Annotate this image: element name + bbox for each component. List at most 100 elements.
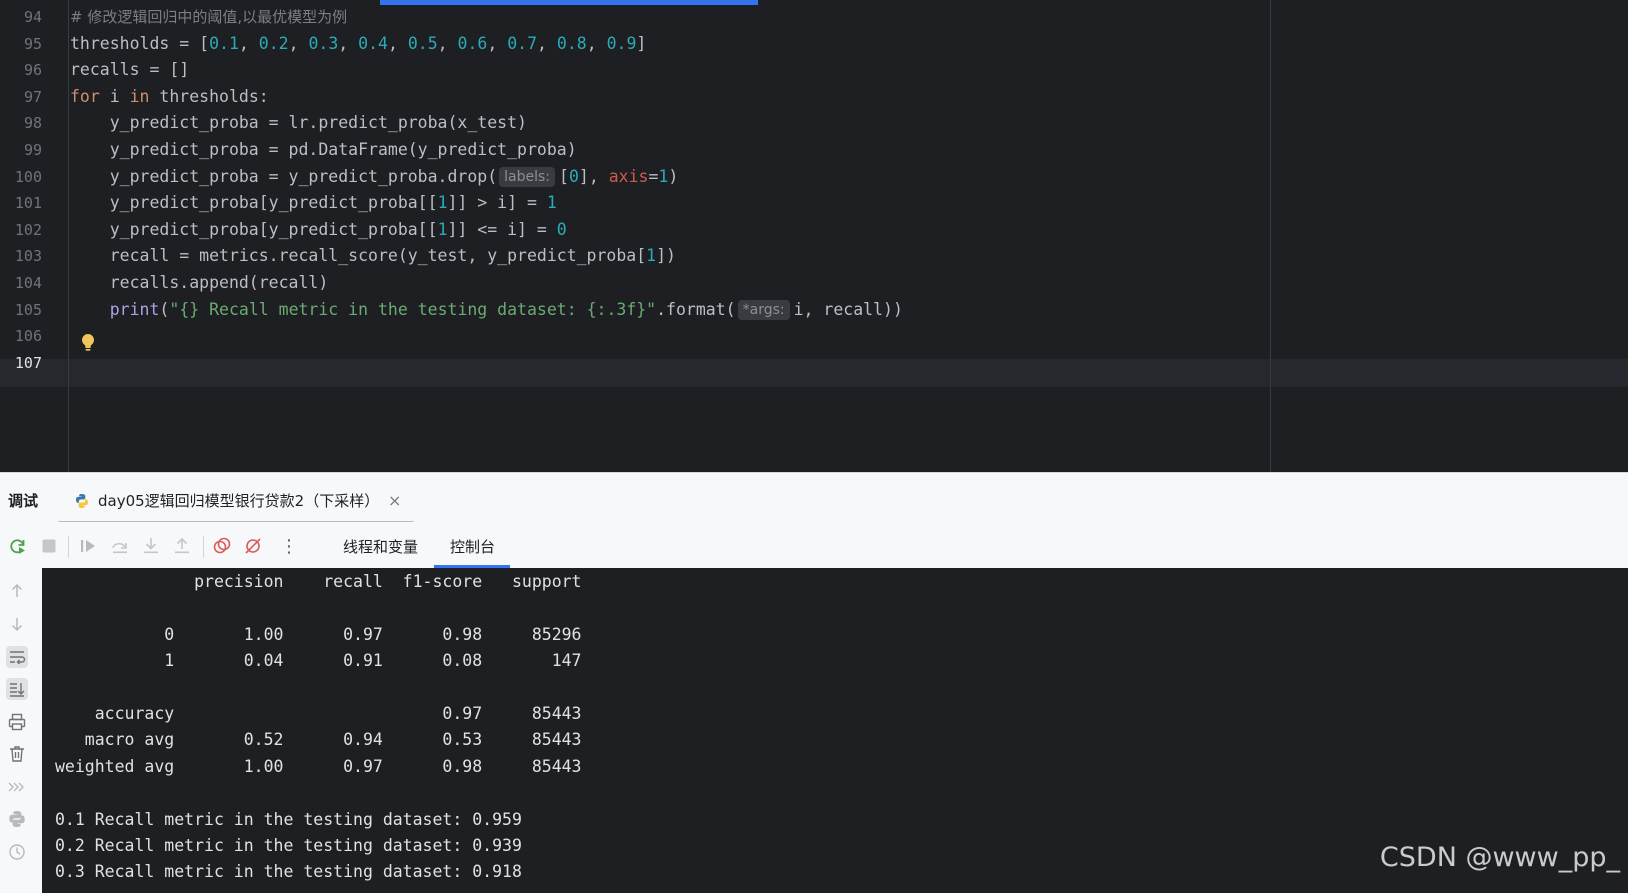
- code-token: ,: [387, 33, 408, 53]
- debug-tool-window-header: 调试 day05逻辑回归模型银行贷款2（下采样） ×: [0, 472, 1628, 524]
- line-number[interactable]: 102: [0, 216, 42, 244]
- toolbar-separator: [68, 536, 69, 558]
- code-token: 0.9: [606, 33, 637, 53]
- code-line[interactable]: print("{} Recall metric in the testing d…: [70, 296, 903, 324]
- code-line[interactable]: recalls = []: [70, 56, 189, 84]
- code-editor[interactable]: 94 95 96 97 98 99 100 101 102 103 104 105 106 107 # 修…: [0, 0, 1628, 472]
- rerun-icon[interactable]: [8, 536, 28, 556]
- code-token: recalls.append(recall): [70, 273, 329, 292]
- console-line: 0.2 Recall metric in the testing dataset…: [55, 836, 522, 855]
- code-token: 0.4: [358, 33, 388, 53]
- resume-icon[interactable]: [78, 536, 98, 556]
- step-over-icon[interactable]: [110, 536, 130, 556]
- line-number[interactable]: 104: [0, 269, 42, 297]
- code-token: ]] > i] =: [447, 193, 547, 213]
- code-line[interactable]: y_predict_proba = pd.DataFrame(y_predict…: [70, 136, 577, 164]
- code-token: i: [99, 86, 130, 106]
- code-token: 0: [556, 219, 567, 239]
- console-line: macro avg 0.52 0.94 0.53 85443: [55, 730, 582, 750]
- arrow-up-icon[interactable]: [6, 580, 28, 602]
- python-file-icon: [76, 494, 88, 508]
- code-token: "{} Recall metric in the testing dataset…: [169, 299, 657, 319]
- lightbulb-icon[interactable]: [80, 333, 96, 353]
- code-token: axis: [608, 166, 649, 186]
- mute-breakpoints-icon[interactable]: [243, 536, 263, 556]
- line-number[interactable]: 107: [0, 349, 42, 377]
- code-token: i, recall)): [793, 299, 903, 319]
- stop-icon[interactable]: [39, 536, 59, 556]
- code-line[interactable]: y_predict_proba = y_predict_proba.drop(l…: [70, 163, 678, 191]
- code-token: 1: [437, 219, 448, 239]
- line-number[interactable]: 98: [0, 109, 42, 137]
- code-line[interactable]: recalls.append(recall): [70, 269, 329, 297]
- code-token: 1: [646, 246, 657, 266]
- code-token: recall = metrics.recall_score(y_test, y_…: [70, 246, 647, 266]
- watermark: CSDN @www_pp_: [1379, 842, 1620, 873]
- more-actions-icon[interactable]: ⋮: [280, 522, 298, 572]
- code-token: .format(: [656, 299, 736, 319]
- scroll-to-end-icon[interactable]: [6, 678, 28, 700]
- code-token: ): [668, 166, 679, 186]
- view-breakpoints-icon[interactable]: [212, 536, 232, 556]
- code-token: 0: [568, 166, 579, 186]
- console-line: weighted avg 1.00 0.97 0.98 85443: [55, 756, 582, 776]
- debug-tool-window-title: 调试: [8, 492, 39, 510]
- code-token: (: [159, 299, 170, 319]
- debug-toolbar: ⋮ 线程和变量 控制台: [0, 522, 1628, 568]
- python-console-icon[interactable]: [6, 808, 28, 830]
- code-token: 0.5: [407, 33, 438, 53]
- code-line[interactable]: thresholds = [0.1, 0.2, 0.3, 0.4, 0.5, 0…: [70, 30, 646, 58]
- code-token: [: [559, 166, 569, 186]
- console-side-toolbar: [0, 568, 42, 893]
- code-token: 0.7: [507, 33, 538, 53]
- code-token: ,: [537, 33, 557, 53]
- console-line: accuracy 0.97 85443: [55, 704, 582, 723]
- line-number[interactable]: 105: [0, 296, 42, 324]
- show-command-line-icon[interactable]: [6, 776, 28, 798]
- code-token: 0.6: [457, 33, 488, 53]
- code-token: y_predict_proba = y_predict_proba.drop(: [70, 166, 498, 186]
- line-number[interactable]: 99: [0, 136, 42, 164]
- line-number[interactable]: 100: [0, 163, 42, 191]
- trash-icon[interactable]: [6, 743, 28, 765]
- code-line[interactable]: recall = metrics.recall_score(y_test, y_…: [70, 242, 676, 270]
- parameter-hint: labels:: [499, 166, 556, 187]
- line-number[interactable]: 106: [0, 322, 42, 350]
- code-token: 0.3: [308, 33, 339, 53]
- step-out-icon[interactable]: [172, 536, 192, 556]
- line-number[interactable]: 97: [0, 83, 42, 111]
- line-number[interactable]: 101: [0, 189, 42, 217]
- code-line[interactable]: # 修改逻辑回归中的阈值,以最优模型为例: [70, 3, 347, 31]
- code-line[interactable]: for i in thresholds:: [70, 83, 269, 111]
- code-token: 1: [437, 193, 448, 213]
- print-icon[interactable]: [6, 711, 28, 733]
- line-number-gutter[interactable]: 94 95 96 97 98 99 100 101 102 103 104 105 106 107: [0, 0, 69, 472]
- console-line: 1 0.04 0.91 0.08 147: [55, 651, 582, 671]
- code-token: y_predict_proba[y_predict_proba[[: [70, 193, 438, 213]
- code-token: ]] <= i] =: [447, 219, 557, 239]
- console-line: 0 1.00 0.97 0.98 85296: [55, 624, 582, 644]
- line-number[interactable]: 94: [0, 3, 42, 31]
- tab-threads-and-variables[interactable]: 线程和变量: [343, 522, 418, 572]
- code-token: ,: [586, 33, 607, 53]
- history-icon[interactable]: [6, 841, 28, 863]
- code-token: thresholds = [: [70, 33, 210, 53]
- toolbar-separator: [203, 536, 204, 558]
- soft-wrap-icon[interactable]: [6, 646, 28, 668]
- code-line[interactable]: y_predict_proba = lr.predict_proba(x_tes…: [70, 109, 527, 137]
- code-token: ,: [437, 33, 458, 53]
- code-token: for: [70, 86, 100, 106]
- step-into-icon[interactable]: [141, 536, 161, 556]
- code-token: y_predict_proba = pd.DataFrame(y_predict…: [70, 140, 577, 159]
- line-number[interactable]: 95: [0, 30, 42, 58]
- arrow-down-icon[interactable]: [6, 613, 28, 635]
- code-line[interactable]: y_predict_proba[y_predict_proba[[1]] > i…: [70, 189, 557, 217]
- line-number[interactable]: 103: [0, 242, 42, 270]
- code-token: # 修改逻辑回归中的阈值,以最优模型为例: [70, 8, 348, 26]
- code-token: ,: [338, 33, 359, 53]
- code-token: 1: [546, 193, 557, 213]
- line-number[interactable]: 96: [0, 56, 42, 84]
- code-line[interactable]: y_predict_proba[y_predict_proba[[1]] <= …: [70, 216, 567, 244]
- code-token: ,: [238, 33, 259, 53]
